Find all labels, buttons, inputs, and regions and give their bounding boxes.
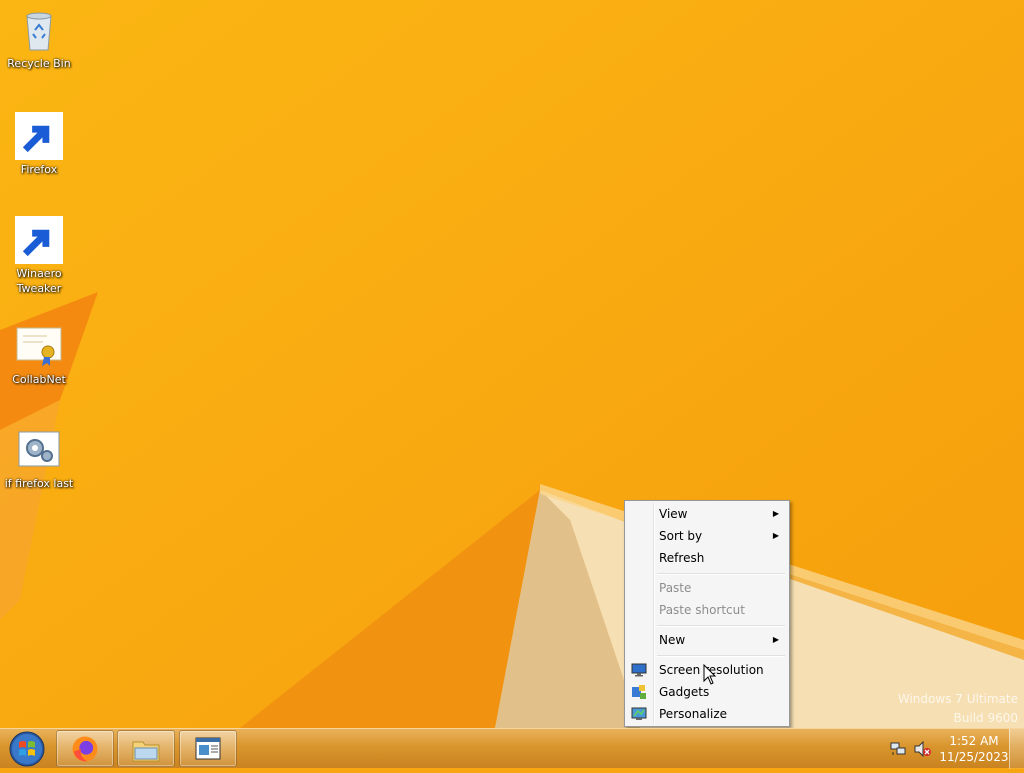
menu-item-label: Paste — [659, 581, 692, 595]
desktop-icon-if-firefox-last[interactable]: if firefox last — [2, 426, 76, 491]
submenu-arrow-icon: ▶ — [772, 635, 779, 644]
desktop-icon-label: if firefox last — [4, 477, 74, 490]
watermark-edition: Windows 7 Ultimate — [897, 692, 1018, 706]
volume-muted-icon[interactable] — [914, 741, 932, 757]
desktop-icon-label: Recycle Bin — [7, 57, 71, 70]
desktop-icon-label: CollabNet — [12, 373, 66, 386]
script-gear-icon — [15, 426, 63, 474]
clock-time: 1:52 AM — [949, 734, 999, 748]
menu-item-personalize[interactable]: Personalize — [627, 703, 787, 725]
personalize-icon — [631, 707, 647, 720]
taskbar-button-window[interactable] — [179, 730, 237, 767]
menu-item-label: Refresh — [659, 551, 705, 565]
clock-date: 11/25/2023 — [939, 750, 1009, 764]
taskbar-button-firefox[interactable] — [56, 730, 114, 767]
menu-item-label: Paste shortcut — [659, 603, 745, 617]
menu-item-label: New — [659, 633, 686, 647]
gadgets-icon — [632, 685, 646, 699]
menu-separator — [657, 573, 785, 575]
windows-orb-icon — [9, 731, 45, 767]
desktop-icon-collabnet[interactable]: CollabNet — [2, 322, 76, 387]
submenu-arrow-icon: ▶ — [772, 509, 779, 518]
network-icon[interactable] — [890, 741, 906, 757]
desktop-icon-recycle-bin[interactable]: Recycle Bin — [2, 6, 76, 71]
desktop-icon-label: Firefox — [20, 163, 58, 176]
window-icon — [195, 737, 221, 760]
shortcut-arrow-icon — [15, 216, 63, 264]
desktop-icon-label: Winaero Tweaker — [16, 267, 62, 295]
submenu-arrow-icon: ▶ — [772, 531, 779, 540]
menu-item-paste-shortcut: Paste shortcut — [627, 599, 787, 621]
recycle-bin-icon — [15, 6, 63, 54]
menu-item-label: Gadgets — [659, 685, 710, 699]
desktop-icon-firefox[interactable]: Firefox — [2, 112, 76, 177]
menu-item-new[interactable]: New ▶ — [627, 629, 787, 651]
start-button[interactable] — [4, 729, 50, 769]
menu-item-label: View — [659, 507, 688, 521]
firefox-icon — [72, 736, 98, 762]
wallpaper — [0, 0, 1024, 728]
menu-separator — [657, 655, 785, 657]
menu-item-label: Sort by — [659, 529, 703, 543]
mouse-cursor-icon — [703, 664, 717, 685]
menu-item-refresh[interactable]: Refresh — [627, 547, 787, 569]
clock[interactable]: 1:52 AM 11/25/2023 — [938, 733, 1010, 765]
watermark-build: Build 9600 — [953, 711, 1018, 725]
shortcut-arrow-icon — [15, 112, 63, 160]
menu-item-paste: Paste — [627, 577, 787, 599]
certificate-icon — [15, 322, 63, 370]
taskbar-button-file-explorer[interactable] — [117, 730, 175, 767]
taskbar: 1:52 AM 11/25/2023 — [0, 728, 1024, 769]
show-desktop-button[interactable] — [1009, 729, 1024, 769]
menu-item-sort-by[interactable]: Sort by ▶ — [627, 525, 787, 547]
desktop-context-menu: View ▶ Sort by ▶ Refresh Paste Paste sho… — [624, 500, 790, 727]
winaero-tweaker-icon — [15, 216, 63, 264]
monitor-icon — [631, 663, 647, 677]
menu-separator — [657, 625, 785, 627]
menu-item-label: Personalize — [659, 707, 728, 721]
desktop-icon-winaero-tweaker[interactable]: Winaero Tweaker — [2, 216, 76, 296]
menu-item-view[interactable]: View ▶ — [627, 503, 787, 525]
firefox-icon — [15, 112, 63, 160]
desktop[interactable]: Recycle Bin Firefox Winaero Tweaker Coll… — [0, 0, 1024, 728]
folder-icon — [132, 741, 160, 762]
